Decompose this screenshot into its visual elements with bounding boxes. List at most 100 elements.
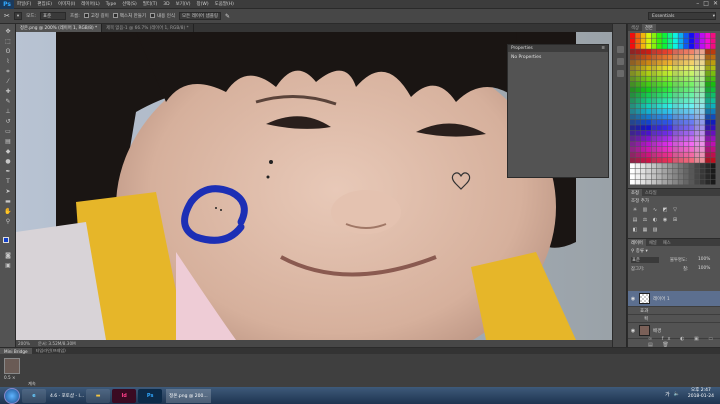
quick-select-tool-icon[interactable]: ⌇ <box>4 58 12 66</box>
swatch[interactable] <box>651 49 657 55</box>
swatch[interactable] <box>699 130 705 136</box>
swatch[interactable] <box>662 43 668 49</box>
swatch[interactable] <box>689 65 694 71</box>
swatch[interactable] <box>673 163 678 169</box>
swatch[interactable] <box>662 98 668 104</box>
swatch[interactable] <box>689 103 694 109</box>
swatch[interactable] <box>656 179 662 185</box>
patch-tool-icon[interactable]: ✂ <box>4 12 10 20</box>
swatch[interactable] <box>689 168 694 174</box>
swatch[interactable] <box>635 43 641 49</box>
swatch[interactable] <box>678 119 684 125</box>
swatch[interactable] <box>678 71 684 76</box>
swatch[interactable] <box>646 152 651 158</box>
brightness-icon[interactable]: ☀ <box>632 207 638 213</box>
layer-row[interactable]: ◉ 레이어 1 <box>628 291 720 307</box>
swatch[interactable] <box>710 71 716 76</box>
swatch[interactable] <box>630 157 635 163</box>
swatch[interactable] <box>656 81 662 87</box>
taskbar-item-active[interactable]: 정온.png @ 200... <box>166 388 211 403</box>
swatch[interactable] <box>640 43 646 49</box>
checkbox[interactable] <box>112 13 118 18</box>
swatch[interactable] <box>646 92 651 98</box>
swatch[interactable] <box>694 87 700 93</box>
swatch[interactable] <box>646 60 651 66</box>
swatch[interactable] <box>683 147 689 152</box>
swatch[interactable] <box>630 109 635 114</box>
swatch[interactable] <box>673 43 678 49</box>
swatch[interactable] <box>694 76 700 82</box>
swatch[interactable] <box>689 119 694 125</box>
swatch[interactable] <box>656 54 662 60</box>
swatch[interactable] <box>656 125 662 131</box>
swatch[interactable] <box>635 147 641 152</box>
swatch[interactable] <box>705 98 711 104</box>
menu-item-view[interactable]: 보기(V) <box>173 1 194 7</box>
swatch[interactable] <box>656 103 662 109</box>
type-tool-icon[interactable]: T <box>4 178 12 186</box>
swatch[interactable] <box>673 125 678 131</box>
swatch[interactable] <box>646 103 651 109</box>
move-tool-icon[interactable]: ✥ <box>4 28 12 36</box>
swatch[interactable] <box>635 92 641 98</box>
swatch[interactable] <box>678 125 684 131</box>
swatch[interactable] <box>635 103 641 109</box>
swatch[interactable] <box>694 125 700 131</box>
volume-icon[interactable]: 🔈 <box>674 391 680 398</box>
hand-tool-icon[interactable]: ✋ <box>4 208 12 216</box>
pen-tool-icon[interactable]: ✒ <box>4 168 12 176</box>
swatch[interactable] <box>635 49 641 55</box>
swatch[interactable] <box>694 33 700 38</box>
swatch[interactable] <box>694 60 700 66</box>
swatch[interactable] <box>635 163 641 169</box>
swatch[interactable] <box>710 43 716 49</box>
swatch[interactable] <box>630 92 635 98</box>
swatch[interactable] <box>667 179 673 185</box>
swatch[interactable] <box>656 76 662 82</box>
exposure-icon[interactable]: ◩ <box>662 207 668 213</box>
swatch[interactable] <box>710 87 716 93</box>
swatch[interactable] <box>673 136 678 142</box>
lasso-tool-icon[interactable]: ʘ <box>4 48 12 56</box>
swatch[interactable] <box>705 103 711 109</box>
swatch[interactable] <box>656 119 662 125</box>
swatch[interactable] <box>694 147 700 152</box>
swatch[interactable] <box>667 71 673 76</box>
swatch[interactable] <box>683 174 689 180</box>
swatch[interactable] <box>630 141 635 147</box>
swatch[interactable] <box>646 65 651 71</box>
swatch[interactable] <box>689 87 694 93</box>
workspace-select[interactable]: Essentials ▾ <box>648 12 716 20</box>
swatch[interactable] <box>656 49 662 55</box>
swatch[interactable] <box>673 147 678 152</box>
swatch[interactable] <box>699 76 705 82</box>
swatch[interactable] <box>646 168 651 174</box>
swatch[interactable] <box>656 174 662 180</box>
swatch[interactable] <box>646 157 651 163</box>
swatch[interactable] <box>630 81 635 87</box>
swatch[interactable] <box>646 38 651 44</box>
swatch[interactable] <box>699 152 705 158</box>
swatch[interactable] <box>683 119 689 125</box>
swatch[interactable] <box>651 168 657 174</box>
swatch[interactable] <box>705 114 711 120</box>
menu-item-type[interactable]: Type <box>103 2 119 7</box>
swatch[interactable] <box>635 71 641 76</box>
swatch[interactable] <box>640 130 646 136</box>
swatch[interactable] <box>651 81 657 87</box>
swatch[interactable] <box>640 136 646 142</box>
swatch[interactable] <box>710 60 716 66</box>
swatch[interactable] <box>640 147 646 152</box>
swatch[interactable] <box>705 119 711 125</box>
swatch[interactable] <box>699 125 705 131</box>
threshold-icon[interactable]: ▨ <box>652 227 658 233</box>
swatch[interactable] <box>673 76 678 82</box>
swatch[interactable] <box>673 60 678 66</box>
swatch[interactable] <box>646 71 651 76</box>
swatch[interactable] <box>656 87 662 93</box>
swatch[interactable] <box>630 33 635 38</box>
panel-menu-icon[interactable]: ≡ <box>601 46 605 51</box>
swatch[interactable] <box>630 38 635 44</box>
swatch[interactable] <box>699 179 705 185</box>
swatch[interactable] <box>656 147 662 152</box>
